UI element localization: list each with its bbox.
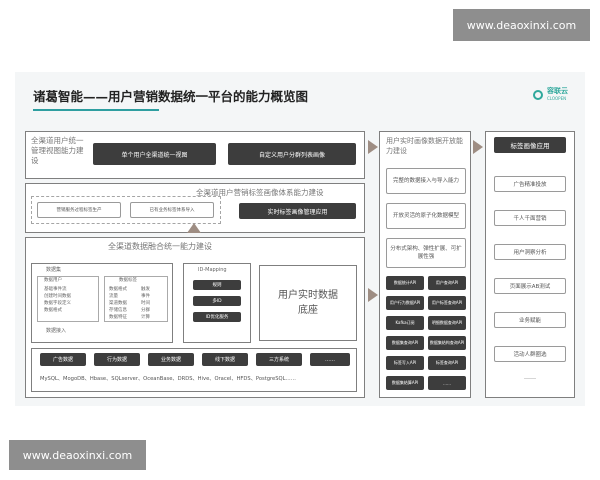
tag-data-sub-1: 触发: [141, 287, 150, 292]
dataset-group: 数据集 数据用户 基础事件流 创建时间数据 数据字段定义 数据格式 数据标签 数…: [31, 263, 173, 343]
api-item-2: 用户查询API: [428, 276, 466, 290]
tag-data-item-2: 流量: [109, 294, 118, 299]
user-data-item-3: 数据字段定义: [44, 301, 71, 306]
tag-data-label: 数据标签: [119, 278, 137, 283]
api-item-6: 明细数据查询API: [428, 316, 466, 330]
api-item-10: 标签查询API: [428, 356, 466, 370]
tag-data-sub-4: 分群: [141, 308, 150, 313]
user-data-label: 数据用户: [44, 278, 62, 283]
app-item-4: 页面展示AB测试: [494, 278, 566, 294]
data-fusion-label: 全渠道数据融合统一能力建设: [108, 242, 212, 251]
app-item-3: 用户洞察分析: [494, 244, 566, 260]
source-item-2: 行为数据: [94, 353, 140, 366]
data-access-label: 数据接入: [46, 328, 67, 334]
realtime-base-label: 用户实时数据底座: [278, 290, 338, 316]
omni-user-item-2: 自定义用户分群列表画像: [228, 143, 356, 165]
data-fusion-panel: 全渠道数据融合统一能力建设 数据集 数据用户 基础事件流 创建时间数据 数据字段…: [25, 237, 365, 398]
realtime-base-box: 用户实时数据底座: [259, 265, 357, 341]
open-cap-item-2: 开放灵活的原子化数据模型: [386, 203, 466, 229]
api-item-11: 数据集结算API: [386, 376, 424, 390]
api-item-3: 用户行为数据API: [386, 296, 424, 310]
user-data-box: 数据用户 基础事件流 创建时间数据 数据字段定义 数据格式: [37, 276, 99, 322]
id-mapping-item-2: 多ID: [193, 296, 241, 306]
id-mapping-group: ID-Mapping 规则 多ID ID优化服务: [183, 263, 251, 343]
dataset-label: 数据集: [46, 267, 62, 273]
api-item-1: 数据统计API: [386, 276, 424, 290]
open-cap-item-3: 分布式架构、弹性扩展、可扩展性强: [386, 238, 466, 268]
omni-tag-item-1: 营销服务过程标签生产: [37, 202, 121, 218]
omni-user-label: 全渠道用户统一管理视图能力建设: [31, 136, 84, 165]
watermark-bottom: www.deaoxinxi.com: [9, 440, 146, 470]
brand-logo: 容联云 CLOOPEN: [533, 87, 568, 103]
logo-icon: [533, 90, 543, 100]
tag-data-box: 数据标签 数据格式 流量 渠道数据 存储信息 数据特征 触发 事件 时间 分群 …: [104, 276, 168, 322]
api-item-7: 数据集查询API: [386, 336, 424, 350]
tag-production-group: 营销服务过程标签生产 已有业务标签体系导入: [31, 196, 221, 224]
tag-data-item-3: 渠道数据: [109, 301, 127, 306]
flow-arrow-3: [473, 140, 483, 154]
api-item-9: 标签写入API: [386, 356, 424, 370]
data-source-group: 广告数据 行为数据 业务数据 线下数据 三方系统 …… MySQL、MogoDB…: [31, 348, 357, 392]
api-item-5: Kafka订阅: [386, 316, 424, 330]
tag-data-sub-5: 计算: [141, 315, 150, 320]
app-item-1: 广告精准投放: [494, 176, 566, 192]
logo-cn: 容联云: [547, 87, 568, 95]
open-capability-panel: 用户实时画像数据开放能力建设 完整的数据接入与导入能力 开放灵活的原子化数据模型…: [379, 131, 471, 398]
open-capability-label: 用户实时画像数据开放能力建设: [386, 137, 463, 155]
omni-user-item-1: 单个用户全渠道统一视图: [93, 143, 216, 165]
api-grid: 数据统计API 用户查询API 用户行为数据API 用户标签查询API Kafk…: [386, 276, 466, 394]
app-item-6: 活动人群圈选: [494, 346, 566, 362]
logo-en: CLOOPEN: [547, 96, 567, 101]
source-item-5: 三方系统: [256, 353, 302, 366]
omni-user-panel: 全渠道用户统一管理视图能力建设 单个用户全渠道统一视图 自定义用户分群列表画像: [25, 131, 365, 179]
id-mapping-item-1: 规则: [193, 280, 241, 290]
open-cap-item-1: 完整的数据接入与导入能力: [386, 168, 466, 194]
watermark-top: www.deaoxinxi.com: [453, 9, 590, 41]
id-mapping-label: ID-Mapping: [198, 267, 227, 273]
api-item-8: 数据集结构查询API: [428, 336, 466, 350]
source-item-1: 广告数据: [40, 353, 86, 366]
tag-data-sub-2: 事件: [141, 294, 150, 299]
diagram-title: 诸葛智能——用户营销数据统一平台的能力概览图: [33, 89, 309, 104]
user-data-item-1: 基础事件流: [44, 287, 67, 292]
flow-arrow-1: [368, 140, 378, 154]
tag-app-panel: 标签画像应用 广告精准投放 千人千面营销 用户洞察分析 页面展示AB测试 业务赋…: [485, 131, 575, 398]
tag-data-sub-3: 时间: [141, 301, 150, 306]
database-list: MySQL、MogoDB、Hbase、SQLserver、OceanBase、D…: [40, 376, 296, 382]
tag-data-item-4: 存储信息: [109, 308, 127, 313]
id-mapping-item-3: ID优化服务: [193, 312, 241, 322]
flow-arrow-2: [368, 288, 378, 302]
flow-arrow-up: [187, 223, 201, 233]
app-item-5: 业务赋能: [494, 312, 566, 328]
api-item-12: ……: [428, 376, 466, 390]
app-item-2: 千人千面营销: [494, 210, 566, 226]
tag-data-item-1: 数据格式: [109, 287, 127, 292]
tag-data-item-5: 数据特征: [109, 315, 127, 320]
source-item-3: 业务数据: [148, 353, 194, 366]
omni-tag-app: 实时标签画像管理应用: [239, 203, 356, 219]
user-data-item-4: 数据格式: [44, 308, 62, 313]
title-underline: [33, 109, 159, 111]
app-item-7: ……: [524, 374, 536, 381]
omni-tag-item-2: 已有业务标签体系导入: [130, 202, 214, 218]
tag-app-title: 标签画像应用: [494, 137, 566, 153]
source-item-6: ……: [310, 353, 350, 366]
diagram-slide: 诸葛智能——用户营销数据统一平台的能力概览图 容联云 CLOOPEN 全渠道用户…: [15, 72, 585, 406]
api-item-4: 用户标签查询API: [428, 296, 466, 310]
source-item-4: 线下数据: [202, 353, 248, 366]
user-data-item-2: 创建时间数据: [44, 294, 71, 299]
